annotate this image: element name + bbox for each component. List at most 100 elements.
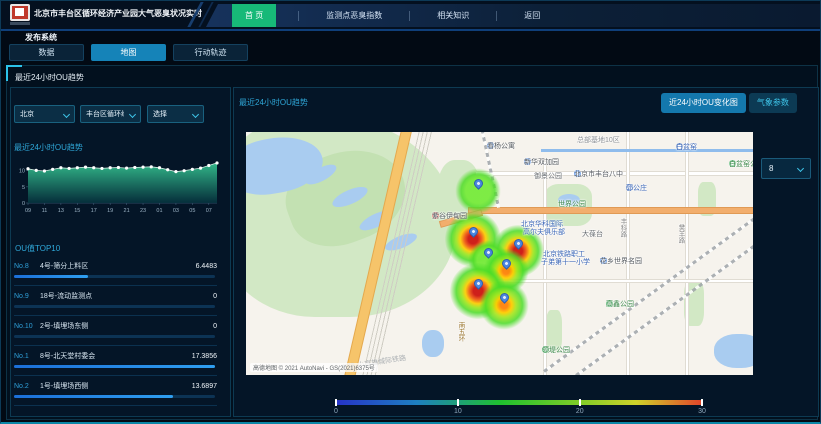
district-select[interactable]: 丰台区循环经济产 [80, 105, 141, 123]
rank-label: No.10 [14, 323, 40, 330]
map-label-text: 新华双加园 [524, 157, 559, 167]
nav-item-1[interactable]: 首 页 [232, 4, 276, 27]
map-label-text: 郭公庄 [626, 183, 647, 193]
app-logo-caption [10, 22, 30, 25]
map-label-text: 子弟第十一小学 [541, 257, 590, 267]
svg-text:09: 09 [25, 208, 31, 214]
map-pin-icon[interactable] [467, 225, 480, 238]
table-row: No.102号-填埋场东侧0 [14, 316, 217, 346]
site-name: 18号-流动监测点 [40, 291, 213, 301]
top-bar: 北京市丰台区循环经济产业园大气恶臭状况实时 首 页 监测点恶臭指数 相关知识 返回 [1, 1, 820, 31]
svg-text:07: 07 [206, 208, 212, 214]
map-label: 新华双加园 [524, 158, 531, 165]
legend-marker [701, 399, 703, 406]
ou-ranking-list: No.84号-筛分上料区6.4483 No.918号-流动监测点0 No.102号-… [14, 256, 217, 406]
progress-track [14, 395, 215, 398]
map-label-text: 高鑫公园 [606, 299, 634, 309]
site-name: 8号-北天堂村委会 [40, 351, 192, 361]
progress-track [14, 365, 215, 368]
ranking-title: OU值TOP10 [15, 243, 60, 254]
map-label-text: 樊羊路 [675, 224, 685, 244]
map-label: 看杨公寓 [487, 142, 494, 149]
progress-track [14, 275, 215, 278]
map-label-text: 御景公园 [534, 171, 562, 181]
rank-label: No.2 [14, 383, 40, 390]
hour-select[interactable]: 8 [761, 158, 811, 179]
ou-value: 6.4483 [196, 263, 217, 270]
map-label-text: 领堤公园 [542, 345, 570, 355]
map-label-text: 白盆窑公园 [729, 159, 753, 169]
nav: 首 页 监测点恶臭指数 相关知识 返回 [206, 4, 820, 27]
map-pin-icon[interactable] [482, 246, 495, 259]
map-label-text: 高尔夫俱乐部 [523, 227, 565, 237]
legend-tick-label: 20 [576, 408, 584, 415]
nav-item-2[interactable]: 监测点恶臭指数 [313, 4, 395, 27]
heat-blob [479, 280, 529, 330]
trend-chart-title: 最近24小时OU趋势 [14, 142, 83, 153]
city-select[interactable]: 北京 [14, 105, 75, 123]
map-label-text: 看杨公寓 [487, 141, 515, 151]
chevron-down-icon [129, 110, 136, 117]
map-view-button-2[interactable]: 气象参数 [749, 93, 797, 113]
map-pin-icon[interactable] [498, 291, 511, 304]
rank-label: No.8 [14, 263, 40, 270]
rank-row-text: No.84号-筛分上料区6.4483 [14, 256, 217, 271]
page-title: 北京市丰台区循环经济产业园大气恶臭状况实时 [34, 8, 202, 19]
map-label: 白盆窑公园 [729, 160, 736, 167]
map-pin-icon[interactable] [472, 277, 485, 290]
nav-item-4[interactable]: 返回 [511, 4, 553, 27]
map-pin-icon[interactable] [512, 237, 525, 250]
svg-text:03: 03 [173, 208, 179, 214]
map-label-text: 大葆台 [582, 229, 603, 239]
tab-3[interactable]: 行动轨迹 [173, 44, 248, 61]
map-label: 花乡世界名园 [600, 257, 607, 264]
site-name: 2号-填埋场东侧 [40, 321, 213, 331]
ou-value: 0 [213, 323, 217, 330]
legend-tick-label: 30 [698, 408, 706, 415]
site-name: 4号-筛分上料区 [40, 261, 196, 271]
nav-item-3[interactable]: 相关知识 [424, 4, 482, 27]
district-select-value: 丰台区循环经济产 [86, 109, 124, 119]
app-window: 北京市丰台区循环经济产业园大气恶臭状况实时 首 页 监测点恶臭指数 相关知识 返回 发… [0, 0, 821, 424]
tab-2[interactable]: 地图 [91, 44, 166, 61]
svg-text:19: 19 [107, 208, 113, 214]
progress-fill [14, 275, 88, 278]
site-name: 1号-填埋场西侧 [40, 381, 192, 391]
map-label-text: 世界公园 [558, 199, 586, 209]
tab-1[interactable]: 数据 [9, 44, 84, 61]
svg-text:01: 01 [156, 208, 162, 214]
legend-marker [457, 399, 459, 406]
svg-text:11: 11 [42, 208, 48, 214]
site-select[interactable]: 选择 [147, 105, 204, 123]
svg-text:0: 0 [22, 201, 25, 207]
svg-text:21: 21 [124, 208, 130, 214]
nav-separator [409, 11, 410, 21]
svg-text:17: 17 [91, 208, 97, 214]
map-view-button-1[interactable]: 近24小时OU变化图 [661, 93, 746, 113]
map-pin-icon[interactable] [500, 257, 513, 270]
map-label: 北京市丰台八中 [574, 170, 581, 177]
map-label-text: 南五环 [455, 322, 465, 342]
map-pin-icon[interactable] [472, 177, 485, 190]
publish-tabs: 数据地图行动轨迹 [9, 44, 248, 61]
site-select-value: 选择 [153, 109, 167, 119]
heatmap-map[interactable]: 看杨公寓新华双加园总部基地10区北京市丰台八中白盆窑白盆窑公园郭公庄御景公园世界… [246, 132, 753, 375]
table-row: No.84号-筛分上料区6.4483 [14, 256, 217, 286]
map-attribution: 高德地图 © 2021 AutoNavi - GS(2021)6375号 [250, 363, 378, 372]
rank-row-text: No.918号-流动监测点0 [14, 286, 217, 301]
city-select-value: 北京 [20, 109, 34, 119]
svg-text:23: 23 [140, 208, 146, 214]
rank-row-text: No.21号-填埋场西侧13.6897 [14, 376, 217, 391]
progress-track [14, 305, 215, 308]
nav-separator [298, 11, 299, 21]
table-row: No.18号-北天堂村委会17.3856 [14, 346, 217, 376]
ou-value: 17.3856 [192, 353, 217, 360]
publish-system-label: 发布系统 [25, 32, 57, 43]
map-panel-buttons: 近24小时OU变化图气象参数 [661, 93, 797, 113]
progress-track [14, 335, 215, 338]
map-label: 领堤公园 [542, 346, 549, 353]
nav-separator [496, 11, 497, 21]
outer-panel-title: 最近24小时OU趋势 [15, 72, 84, 83]
map-label: 高鑫公园 [606, 300, 613, 307]
legend-marker [579, 399, 581, 406]
